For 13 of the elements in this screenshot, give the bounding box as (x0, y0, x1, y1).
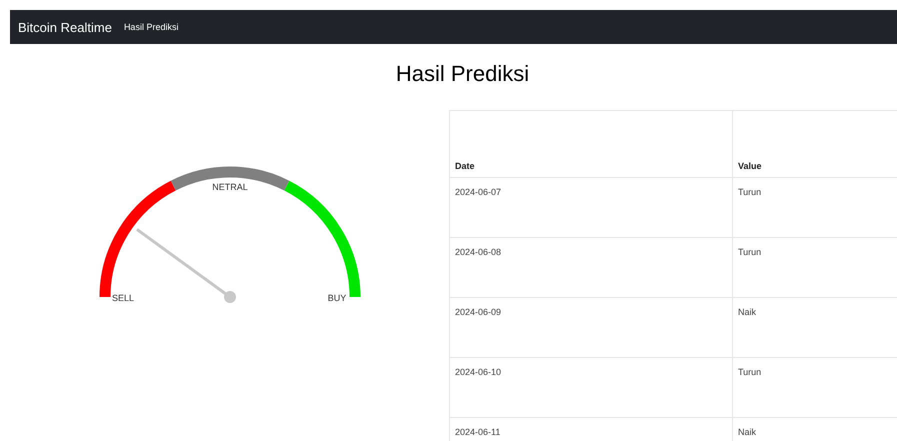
table-cell: 2024-06-10 (450, 358, 732, 418)
column-header: Value (732, 110, 897, 178)
table-cell: 2024-06-11 (450, 418, 732, 441)
page-title: Hasil Prediksi (394, 60, 530, 88)
brand-link[interactable]: Bitcoin Realtime (18, 20, 112, 34)
gauge-label: SELL (112, 293, 134, 303)
nav-link[interactable]: Hasil Prediksi (124, 22, 178, 32)
gauge-label: BUY (328, 293, 346, 303)
table-cell: 2024-06-09 (450, 298, 732, 358)
table-cell: 2024-06-07 (450, 178, 732, 238)
gauge-label: NETRAL (212, 182, 248, 192)
table-cell: 2024-06-08 (450, 238, 732, 298)
column-header: Date (450, 110, 732, 178)
